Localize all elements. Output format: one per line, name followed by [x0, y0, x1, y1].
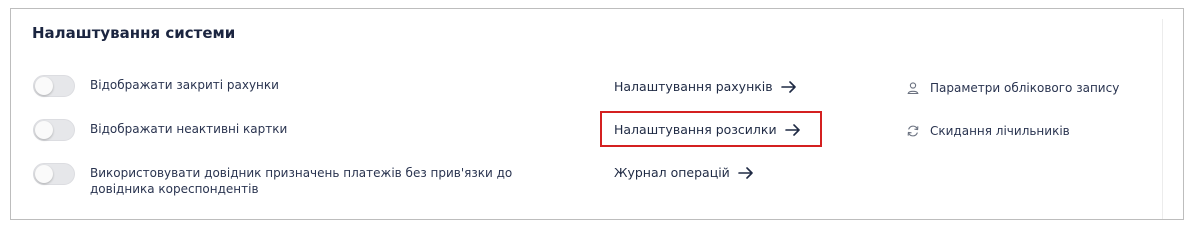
toggle-knob — [35, 77, 53, 95]
account-settings-label: Налаштування рахунків — [614, 79, 773, 94]
toggle-knob — [35, 121, 53, 139]
account-parameters-link[interactable]: Параметри облікового запису — [906, 80, 1119, 96]
toggle-row-closed-accounts: Відображати закриті рахунки — [33, 75, 550, 97]
section-title: Налаштування системи — [32, 24, 236, 42]
toggle-knob — [35, 165, 53, 183]
toggle-row-payment-purposes: Використовувати довідник призначень плат… — [33, 163, 540, 197]
arrow-right-icon — [780, 81, 796, 93]
account-settings-link[interactable]: Налаштування рахунків — [614, 79, 797, 95]
highlight-box — [600, 111, 822, 147]
panel-divider — [1162, 19, 1163, 219]
toggle-label-closed-accounts: Відображати закриті рахунки — [90, 78, 279, 92]
system-settings-panel: Налаштування системи Відображати закриті… — [10, 8, 1184, 220]
reset-counters-link[interactable]: Скидання лічильників — [906, 123, 1070, 139]
refresh-icon — [907, 125, 919, 137]
toggle-label-inactive-cards: Відображати неактивні картки — [90, 122, 288, 136]
arrow-right-icon — [738, 167, 753, 179]
toggle-label-payment-purposes: Використовувати довідник призначень плат… — [90, 166, 513, 196]
operations-log-label: Журнал операцій — [614, 165, 730, 180]
operations-log-link[interactable]: Журнал операцій — [614, 165, 754, 181]
toggle-row-inactive-cards: Відображати неактивні картки — [33, 119, 550, 141]
account-parameters-label: Параметри облікового запису — [930, 81, 1120, 95]
toggle-switch-payment-purposes[interactable] — [33, 163, 75, 185]
toggle-switch-inactive-cards[interactable] — [33, 119, 75, 141]
toggle-switch-closed-accounts[interactable] — [33, 75, 75, 97]
user-icon — [907, 82, 919, 95]
reset-counters-label: Скидання лічильників — [930, 124, 1070, 138]
